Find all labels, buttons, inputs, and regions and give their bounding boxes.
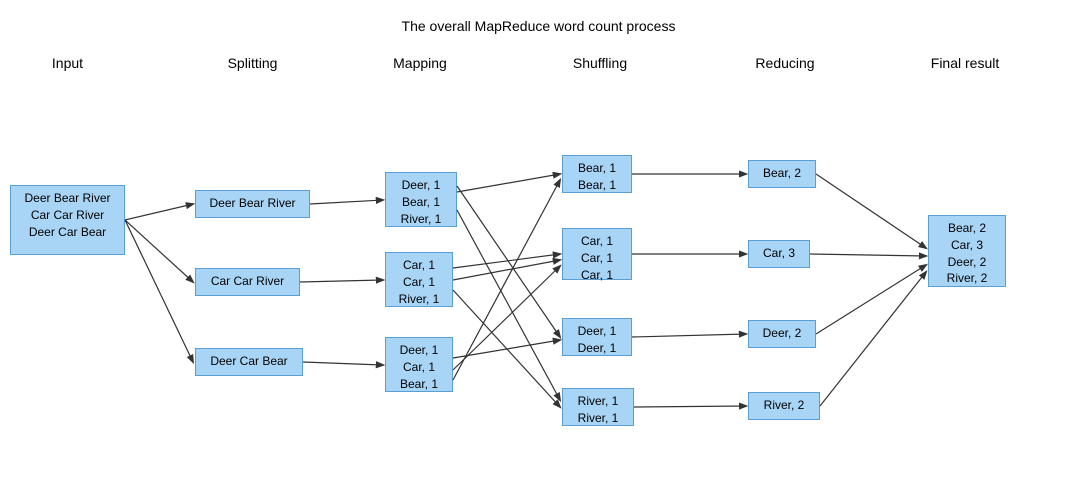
box-red2: Car, 3 bbox=[748, 240, 810, 268]
label-input: Input bbox=[10, 55, 125, 71]
box-split1: Deer Bear River bbox=[195, 190, 310, 218]
box-shuf1: Bear, 1Bear, 1 bbox=[562, 155, 632, 193]
box-shuf4: River, 1River, 1 bbox=[562, 388, 634, 426]
diagram-title: The overall MapReduce word count process bbox=[0, 18, 1077, 34]
box-red3: Deer, 2 bbox=[748, 320, 816, 348]
label-mapping: Mapping bbox=[375, 55, 465, 71]
box-final: Bear, 2Car, 3Deer, 2River, 2 bbox=[928, 215, 1006, 287]
box-map3: Deer, 1Car, 1Bear, 1 bbox=[385, 337, 453, 392]
box-shuf2: Car, 1Car, 1Car, 1 bbox=[562, 228, 632, 280]
label-shuffling: Shuffling bbox=[555, 55, 645, 71]
label-final: Final result bbox=[910, 55, 1020, 71]
box-red1: Bear, 2 bbox=[748, 160, 816, 188]
box-split3: Deer Car Bear bbox=[195, 348, 303, 376]
box-input: Deer Bear RiverCar Car RiverDeer Car Bea… bbox=[10, 185, 125, 255]
box-split2: Car Car River bbox=[195, 268, 300, 296]
label-splitting: Splitting bbox=[190, 55, 315, 71]
arrows-svg bbox=[0, 0, 1077, 500]
box-map1: Deer, 1Bear, 1River, 1 bbox=[385, 172, 457, 227]
diagram-container: The overall MapReduce word count process… bbox=[0, 0, 1077, 500]
label-reducing: Reducing bbox=[740, 55, 830, 71]
box-red4: River, 2 bbox=[748, 392, 820, 420]
box-map2: Car, 1Car, 1River, 1 bbox=[385, 252, 453, 307]
box-shuf3: Deer, 1Deer, 1 bbox=[562, 318, 632, 356]
